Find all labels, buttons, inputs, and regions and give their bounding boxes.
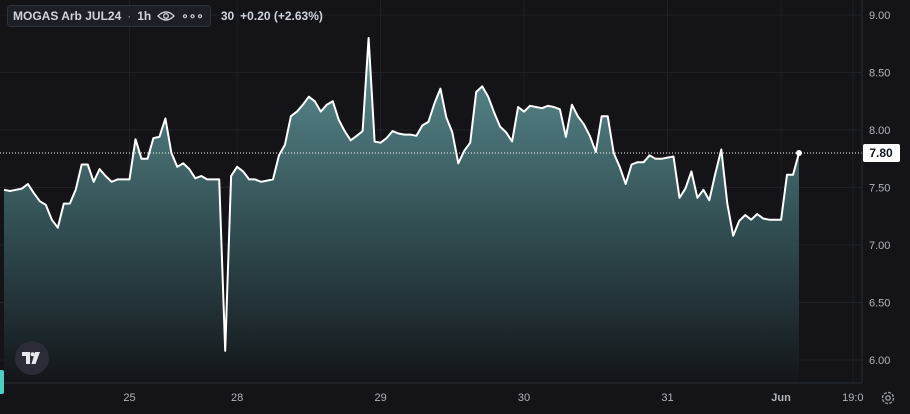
price-label-box: 7.80 (863, 144, 900, 162)
tradingview-logo-mark (22, 352, 40, 364)
more-icon[interactable]: ∘∘∘ (181, 9, 204, 23)
area-fill (4, 38, 799, 383)
last-price-marker (796, 150, 802, 156)
x-tick-label: 25 (123, 392, 135, 404)
x-tick-label: 30 (518, 392, 530, 404)
x-tick-label: 28 (231, 392, 243, 404)
y-tick-label: 6.50 (869, 298, 890, 310)
scroll-handle[interactable] (0, 370, 4, 394)
price-chart[interactable]: 9.00 8.50 8.00 7.50 7.00 6.50 6.00 25 28 29 30 31 J… (0, 0, 910, 414)
tradingview-logo[interactable] (15, 341, 49, 375)
x-tick-label: 31 (661, 392, 673, 404)
y-tick-label: 6.00 (869, 355, 890, 367)
x-tick-label: Jun (771, 392, 791, 404)
interval-label: 1h (137, 9, 152, 23)
y-tick-label: 9.00 (869, 10, 890, 22)
symbol-legend[interactable]: MOGAS Arb JUL24 · 1h ∘∘∘ (7, 5, 211, 27)
eye-icon[interactable] (157, 10, 176, 22)
chart-legend: MOGAS Arb JUL24 · 1h ∘∘∘ 30 +0.20 (+2.63… (7, 5, 323, 27)
settings-icon[interactable] (880, 390, 896, 406)
x-tick-label: 19:0 (842, 392, 863, 404)
time-axis[interactable]: 25 28 29 30 31 Jun 19:0 (123, 392, 863, 404)
last-value-partial: 30 (220, 9, 235, 23)
price-label-text: 7.80 (869, 146, 893, 160)
y-tick-label: 7.00 (869, 240, 890, 252)
y-tick-label: 8.50 (869, 68, 890, 80)
x-tick-label: 29 (374, 392, 386, 404)
symbol-title: MOGAS Arb JUL24 (13, 9, 122, 23)
change-value: +0.20 (+2.63%) (240, 9, 323, 23)
y-tick-label: 8.00 (869, 125, 890, 137)
y-tick-label: 7.50 (869, 183, 890, 195)
price-axis[interactable]: 9.00 8.50 8.00 7.50 7.00 6.50 6.00 (869, 10, 890, 367)
separator-dot: · (127, 9, 132, 23)
